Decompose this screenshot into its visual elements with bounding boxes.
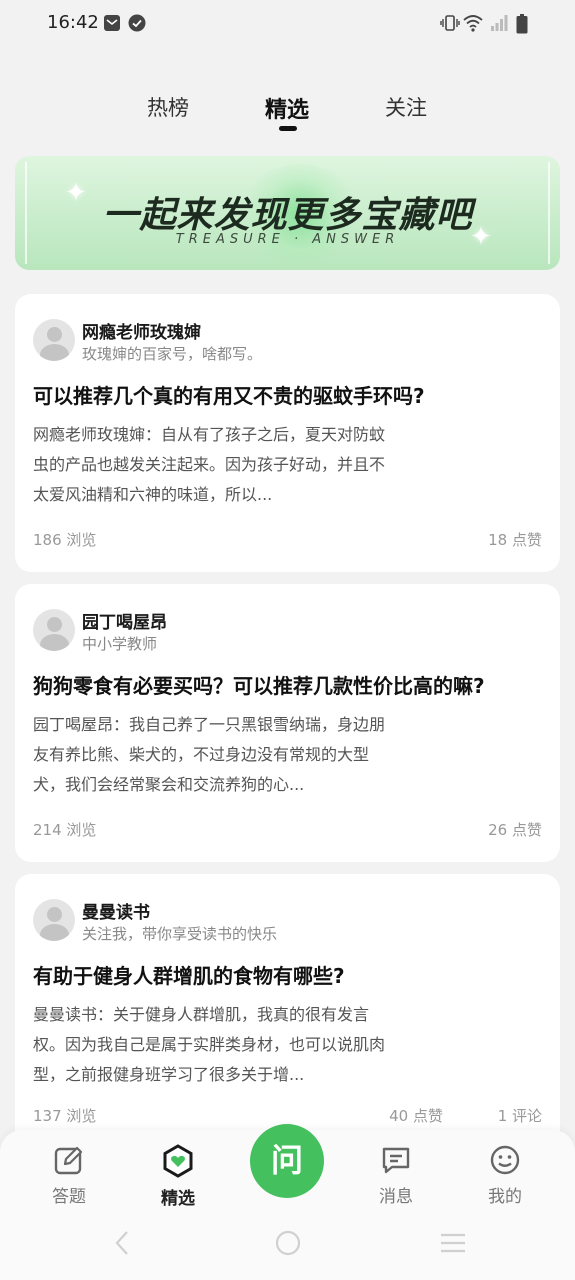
battery-icon [516,14,528,38]
signal-icon [490,14,508,36]
hexagon-heart-icon [138,1144,218,1178]
nav-answer[interactable]: 答题 [29,1144,109,1214]
banner-subtitle: TREASURE · ANSWER [175,232,400,247]
author-name[interactable]: 曼曼读书 [82,898,150,923]
message-icon [356,1144,436,1176]
nav-profile[interactable]: 我的 [465,1144,545,1214]
comment-count[interactable]: 1 评论 [498,1105,542,1126]
question-title[interactable]: 可以推荐几个真的有用又不贵的驱蚊手环吗? [33,380,548,409]
author-name[interactable]: 网瘾老师玫瑰婶 [82,318,201,343]
author-description: 关注我，带你享受读书的快乐 [82,925,278,943]
nav-messages[interactable]: 消息 [356,1144,436,1214]
edit-icon [29,1144,109,1176]
active-tab-indicator [279,126,297,131]
top-tabs: 热榜 精选 关注 [0,88,575,136]
tab-featured[interactable]: 精选 [265,92,309,124]
recent-apps-icon[interactable] [439,1230,467,1260]
view-count: 137 浏览 [33,1107,97,1125]
like-count[interactable]: 40 点赞 [389,1105,443,1126]
tab-hot[interactable]: 热榜 [147,92,189,122]
wifi-icon [463,14,483,36]
bottom-navigation: 答题 精选 问 消息 我的 [0,1124,575,1280]
status-bar: 16:42 [0,0,575,48]
smile-face-icon [465,1144,545,1176]
avatar[interactable] [33,319,75,361]
author-name[interactable]: 园丁喝屋昂 [82,608,167,633]
nav-label: 我的 [488,1187,522,1207]
author-description: 中小学教师 [82,635,158,653]
banner-title: 一起来发现更多宝藏吧 [102,195,473,236]
tab-following[interactable]: 关注 [385,92,427,122]
view-count: 186 浏览 [33,531,97,549]
avatar[interactable] [33,899,75,941]
nav-label: 精选 [161,1189,195,1209]
check-circle-icon [128,14,146,36]
question-card[interactable]: 曼曼读书 关注我，带你享受读书的快乐 有助于健身人群增肌的食物有哪些? 曼曼读书… [15,874,560,1152]
question-card[interactable]: 园丁喝屋昂 中小学教师 狗狗零食有必要买吗？可以推荐几款性价比高的嘛? 园丁喝屋… [15,584,560,862]
home-icon[interactable] [275,1230,301,1260]
like-count[interactable]: 26 点赞 [488,819,542,840]
back-icon[interactable] [112,1230,132,1260]
ask-question-button[interactable]: 问 [250,1124,324,1198]
question-title[interactable]: 狗狗零食有必要买吗？可以推荐几款性价比高的嘛? [33,670,548,699]
author-description: 玫瑰婶的百家号，啥都写。 [82,345,263,363]
nav-label: 答题 [52,1187,86,1207]
question-title[interactable]: 有助于健身人群增肌的食物有哪些? [33,960,548,989]
nav-featured[interactable]: 精选 [138,1144,218,1214]
treasure-banner[interactable]: ✦ ✦ 一起来发现更多宝藏吧 TREASURE · ANSWER [15,156,560,270]
avatar[interactable] [33,609,75,651]
answer-excerpt[interactable]: 曼曼读书：关于健身人群增肌，我真的很有发言权。因为我自己是属于实胖类身材，也可以… [33,1000,388,1090]
view-count: 214 浏览 [33,821,97,839]
vibrate-icon [440,14,460,36]
answer-excerpt[interactable]: 网瘾老师玫瑰婶：自从有了孩子之后，夏天对防蚊虫的产品也越发关注起来。因为孩子好动… [33,420,388,510]
answer-excerpt[interactable]: 园丁喝屋昂：我自己养了一只黑银雪纳瑞，身边朋友有养比熊、柴犬的，不过身边没有常规… [33,710,388,800]
like-count[interactable]: 18 点赞 [488,529,542,550]
notification-icon [103,14,121,36]
status-time: 16:42 [47,12,99,33]
question-card[interactable]: 网瘾老师玫瑰婶 玫瑰婶的百家号，啥都写。 可以推荐几个真的有用又不贵的驱蚊手环吗… [15,294,560,572]
nav-label: 消息 [379,1187,413,1207]
